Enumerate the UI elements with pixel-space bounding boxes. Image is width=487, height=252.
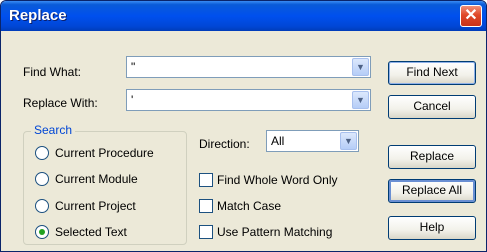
replace-with-value[interactable]: ' <box>131 93 133 107</box>
replace-all-button[interactable]: Replace All <box>388 179 476 203</box>
search-group-legend: Search <box>31 123 76 137</box>
replace-with-combo[interactable]: ' ▼ <box>126 89 371 111</box>
replace-button[interactable]: Replace <box>388 145 476 169</box>
checkbox-label-pattern-matching[interactable]: Use Pattern Matching <box>217 225 332 239</box>
replace-with-label: Replace With: <box>23 96 98 110</box>
dialog-title: Replace <box>9 7 67 24</box>
checkbox-match-case[interactable] <box>199 199 213 213</box>
radio-selected-text[interactable] <box>35 225 49 239</box>
radio-label-selected-text[interactable]: Selected Text <box>55 225 127 239</box>
find-what-combo[interactable]: " ▼ <box>126 56 371 78</box>
find-what-label: Find What: <box>23 65 82 79</box>
chevron-down-icon[interactable]: ▼ <box>340 132 357 150</box>
title-bar[interactable]: Replace ✕ <box>1 1 486 31</box>
radio-label-current-project[interactable]: Current Project <box>55 199 136 213</box>
checkbox-find-whole-word[interactable] <box>199 173 213 187</box>
find-what-value[interactable]: " <box>131 60 135 74</box>
radio-current-procedure[interactable] <box>35 146 49 160</box>
direction-label: Direction: <box>199 137 250 151</box>
cancel-button[interactable]: Cancel <box>388 95 476 119</box>
close-icon[interactable]: ✕ <box>460 5 482 27</box>
direction-select[interactable]: All ▼ <box>266 130 359 152</box>
chevron-down-icon[interactable]: ▼ <box>352 58 369 76</box>
radio-selected-dot <box>39 229 45 235</box>
radio-label-current-module[interactable]: Current Module <box>55 172 138 186</box>
checkbox-label-find-whole-word[interactable]: Find Whole Word Only <box>217 173 338 187</box>
replace-dialog: Replace ✕ Find What: " ▼ Replace With: '… <box>0 0 487 252</box>
checkbox-label-match-case[interactable]: Match Case <box>217 199 281 213</box>
radio-current-module[interactable] <box>35 172 49 186</box>
help-button[interactable]: Help <box>388 216 476 240</box>
radio-label-current-procedure[interactable]: Current Procedure <box>55 146 154 160</box>
checkbox-pattern-matching[interactable] <box>199 225 213 239</box>
find-next-button[interactable]: Find Next <box>388 61 476 85</box>
chevron-down-icon[interactable]: ▼ <box>352 91 369 109</box>
direction-value[interactable]: All <box>271 134 284 148</box>
radio-current-project[interactable] <box>35 199 49 213</box>
